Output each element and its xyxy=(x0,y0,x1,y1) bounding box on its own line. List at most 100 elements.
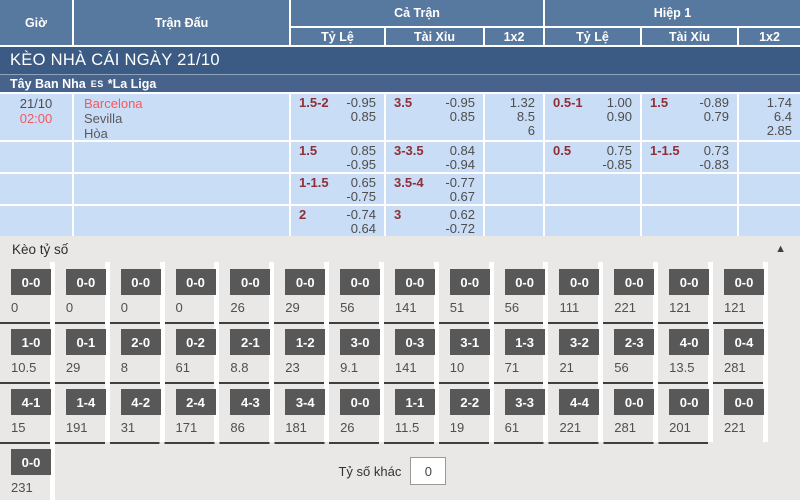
h1-handicap-cell[interactable]: 0.5-11.000.90 xyxy=(545,94,640,140)
odds-values[interactable]: 0.62-0.72 xyxy=(445,208,475,236)
ft-over-under-cell[interactable]: 30.62-0.72 xyxy=(386,206,483,236)
odds-value[interactable]: 6 xyxy=(528,124,535,138)
odds-value[interactable]: 0.85 xyxy=(445,110,475,124)
score-cell[interactable]: 0-056 xyxy=(494,262,549,322)
score-label[interactable]: 0-0 xyxy=(395,269,435,295)
score-label[interactable]: 0-1 xyxy=(66,329,106,355)
score-label[interactable]: 1-2 xyxy=(285,329,325,355)
odds-value[interactable]: -0.95 xyxy=(346,96,376,110)
score-cell[interactable]: 4-013.5 xyxy=(658,322,713,382)
score-cell[interactable]: 1-4191 xyxy=(55,382,110,442)
score-label[interactable]: 2-1 xyxy=(230,329,270,355)
odds-value[interactable]: -0.95 xyxy=(445,96,475,110)
odds-value[interactable]: 0.85 xyxy=(346,110,376,124)
odds-values[interactable]: -0.770.67 xyxy=(445,176,475,204)
odds-values[interactable]: 0.84-0.94 xyxy=(445,144,475,172)
score-label[interactable]: 0-0 xyxy=(176,269,216,295)
score-cell[interactable]: 3-09.1 xyxy=(329,322,384,382)
score-cell[interactable]: 0-129 xyxy=(55,322,110,382)
odds-value[interactable]: -0.94 xyxy=(445,158,475,172)
score-cell[interactable]: 2-219 xyxy=(439,382,494,442)
h1-over-under-cell[interactable]: 1.5-0.890.79 xyxy=(642,94,737,140)
score-label[interactable]: 4-4 xyxy=(559,389,599,415)
away-team-name[interactable]: Sevilla xyxy=(84,111,289,126)
score-cell[interactable]: 0-0201 xyxy=(658,382,713,442)
score-cell[interactable]: 3-221 xyxy=(548,322,603,382)
score-cell[interactable]: 0-0111 xyxy=(548,262,603,322)
h1-over-under-cell[interactable]: 1-1.50.73-0.83 xyxy=(642,142,737,172)
odds-values[interactable]: -0.950.85 xyxy=(346,96,376,140)
score-cell[interactable]: 0-0231 xyxy=(0,442,55,500)
score-label[interactable]: 2-0 xyxy=(121,329,161,355)
odds-value[interactable]: 0.67 xyxy=(445,190,475,204)
odds-value[interactable]: 0.62 xyxy=(445,208,475,222)
odds-value[interactable]: 0.64 xyxy=(346,222,376,236)
odds-value[interactable]: 0.84 xyxy=(445,144,475,158)
odds-value[interactable]: 2.85 xyxy=(767,124,792,138)
score-label[interactable]: 4-0 xyxy=(669,329,709,355)
score-cell[interactable]: 1-371 xyxy=(494,322,549,382)
score-label[interactable]: 0-0 xyxy=(66,269,106,295)
score-label[interactable]: 0-0 xyxy=(669,269,709,295)
score-cell[interactable]: 4-115 xyxy=(0,382,55,442)
odds-value[interactable]: -0.95 xyxy=(346,158,376,172)
h1-1x2-cell[interactable]: 1.746.42.85 xyxy=(739,94,800,140)
score-label[interactable]: 0-0 xyxy=(340,389,380,415)
odds-value[interactable]: -0.77 xyxy=(445,176,475,190)
odds-value[interactable]: 0.75 xyxy=(602,144,632,158)
score-label[interactable]: 4-2 xyxy=(121,389,161,415)
odds-value[interactable]: 8.5 xyxy=(517,110,535,124)
score-label[interactable]: 2-4 xyxy=(176,389,216,415)
odds-values[interactable]: 1.000.90 xyxy=(607,96,632,140)
score-cell[interactable]: 0-0121 xyxy=(713,262,768,322)
ft-handicap-cell[interactable]: 1.5-2-0.950.85 xyxy=(291,94,384,140)
score-cell[interactable]: 1-111.5 xyxy=(384,382,439,442)
score-cell[interactable]: 3-4181 xyxy=(274,382,329,442)
score-label[interactable]: 0-0 xyxy=(669,389,709,415)
score-label[interactable]: 3-3 xyxy=(505,389,545,415)
odds-values[interactable]: -0.950.85 xyxy=(445,96,475,140)
score-cell[interactable]: 3-110 xyxy=(439,322,494,382)
score-cell[interactable]: 0-0221 xyxy=(603,262,658,322)
odds-values[interactable]: 0.85-0.95 xyxy=(346,144,376,172)
league-bar[interactable]: Tây Ban Nha ES *La Liga xyxy=(0,74,800,92)
score-cell[interactable]: 0-3141 xyxy=(384,322,439,382)
score-label[interactable]: 0-0 xyxy=(614,269,654,295)
score-cell[interactable]: 1-010.5 xyxy=(0,322,55,382)
score-cell[interactable]: 0-029 xyxy=(274,262,329,322)
score-label[interactable]: 0-0 xyxy=(724,269,764,295)
score-cell[interactable]: 0-0221 xyxy=(713,382,768,442)
score-cell[interactable]: 0-261 xyxy=(165,322,220,382)
ft-over-under-cell[interactable]: 3.5-4-0.770.67 xyxy=(386,174,483,204)
score-label[interactable]: 0-0 xyxy=(505,269,545,295)
score-label[interactable]: 1-1 xyxy=(395,389,435,415)
score-label[interactable]: 0-0 xyxy=(450,269,490,295)
ft-handicap-cell[interactable]: 1-1.50.65-0.75 xyxy=(291,174,384,204)
ft-over-under-cell[interactable]: 3.5-0.950.85 xyxy=(386,94,483,140)
score-cell[interactable]: 0-0141 xyxy=(384,262,439,322)
score-cell[interactable]: 0-056 xyxy=(329,262,384,322)
other-score-input[interactable] xyxy=(410,457,446,485)
score-label[interactable]: 0-0 xyxy=(559,269,599,295)
odds-value[interactable]: 1.32 xyxy=(510,96,535,110)
score-label[interactable]: 0-0 xyxy=(11,269,51,295)
score-label[interactable]: 2-3 xyxy=(614,329,654,355)
odds-value[interactable]: 6.4 xyxy=(774,110,792,124)
odds-values[interactable]: 0.65-0.75 xyxy=(346,176,376,204)
score-label[interactable]: 0-4 xyxy=(724,329,764,355)
odds-value[interactable]: -0.89 xyxy=(699,96,729,110)
ft-1x2-cell[interactable]: 1.328.56 xyxy=(485,94,543,140)
score-cell[interactable]: 0-4281 xyxy=(713,322,768,382)
score-cell[interactable]: 0-026 xyxy=(219,262,274,322)
odds-value[interactable]: -0.75 xyxy=(346,190,376,204)
score-label[interactable]: 0-0 xyxy=(614,389,654,415)
score-label[interactable]: 3-0 xyxy=(340,329,380,355)
ft-handicap-cell[interactable]: 2-0.740.64 xyxy=(291,206,384,236)
score-label[interactable]: 0-3 xyxy=(395,329,435,355)
odds-value[interactable]: 0.90 xyxy=(607,110,632,124)
score-label[interactable]: 0-0 xyxy=(285,269,325,295)
ft-over-under-cell[interactable]: 3-3.50.84-0.94 xyxy=(386,142,483,172)
match-teams-cell[interactable]: BarcelonaSevillaHòa xyxy=(74,94,289,140)
odds-values[interactable]: -0.740.64 xyxy=(346,208,376,236)
ft-handicap-cell[interactable]: 1.50.85-0.95 xyxy=(291,142,384,172)
